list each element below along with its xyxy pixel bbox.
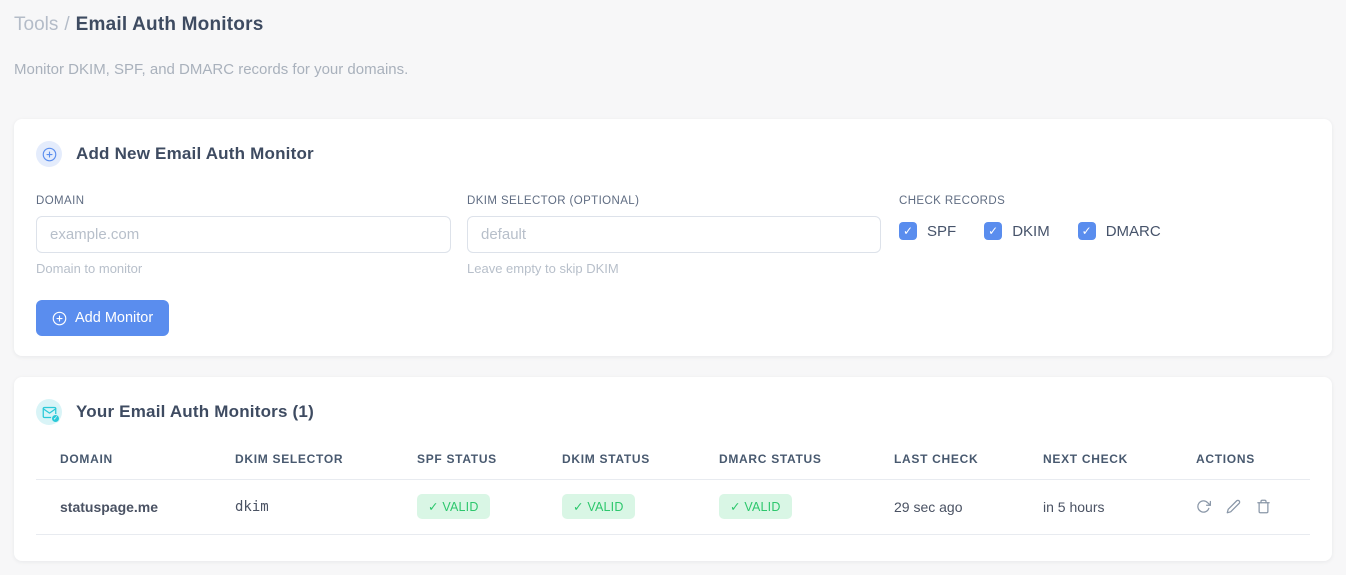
delete-icon[interactable] <box>1256 499 1271 514</box>
checkbox-checked-icon: ✓ <box>1077 222 1096 240</box>
dmarc-status-badge: ✓ VALID <box>719 494 792 519</box>
dkim-selector-field-group: DKIM SELECTOR (OPTIONAL) Leave empty to … <box>467 195 881 336</box>
dkim-selector-field-hint: Leave empty to skip DKIM <box>467 261 619 276</box>
email-check-icon: ✓ <box>36 399 62 425</box>
monitor-next-check: in 5 hours <box>1019 479 1172 535</box>
checkbox-checked-icon: ✓ <box>899 222 917 240</box>
checkbox-spf-label: SPF <box>927 222 957 240</box>
checkbox-dkim[interactable]: ✓ DKIM <box>984 222 1050 240</box>
column-header-actions: ACTIONS <box>1172 442 1310 480</box>
dkim-selector-input[interactable] <box>467 216 881 253</box>
monitors-list-card-header: ✓ Your Email Auth Monitors (1) <box>36 399 1310 425</box>
add-monitor-card: Add New Email Auth Monitor DOMAIN Domain… <box>14 119 1332 356</box>
domain-field-label: DOMAIN <box>36 195 85 207</box>
edit-icon[interactable] <box>1226 499 1241 514</box>
check-records-options: ✓ SPF ✓ DKIM ✓ DMARC <box>899 222 1161 240</box>
checkbox-dmarc-label: DMARC <box>1105 222 1161 240</box>
breadcrumb-separator: / <box>64 14 70 35</box>
check-records-group: CHECK RECORDS ✓ SPF ✓ DKIM ✓ DMARC <box>899 195 1161 336</box>
table-row: statuspage.me dkim ✓ VALID ✓ VALID ✓ VAL… <box>36 479 1310 535</box>
refresh-icon[interactable] <box>1196 499 1211 514</box>
add-monitor-form: DOMAIN Domain to monitor Add Monitor DK <box>36 195 1310 336</box>
breadcrumb: Tools / Email Auth Monitors <box>14 12 1332 38</box>
row-actions <box>1196 499 1310 514</box>
column-header-dkim-selector: DKIM SELECTOR <box>211 442 393 480</box>
monitor-last-check: 29 sec ago <box>870 479 1019 535</box>
monitor-domain: statuspage.me <box>36 479 211 535</box>
domain-field-hint: Domain to monitor <box>36 261 143 276</box>
page-subtitle: Monitor DKIM, SPF, and DMARC records for… <box>14 61 409 78</box>
column-header-next-check: NEXT CHECK <box>1019 442 1172 480</box>
add-monitor-card-header: Add New Email Auth Monitor <box>36 141 1310 167</box>
plus-circle-icon <box>52 311 67 326</box>
add-monitor-card-title: Add New Email Auth Monitor <box>76 144 314 163</box>
domain-field-group: DOMAIN Domain to monitor Add Monitor <box>36 195 451 336</box>
monitors-table: DOMAIN DKIM SELECTOR SPF STATUS DKIM STA… <box>36 442 1310 535</box>
checkbox-checked-icon: ✓ <box>984 222 1003 240</box>
column-header-dkim-status: DKIM STATUS <box>538 442 695 480</box>
check-records-label: CHECK RECORDS <box>899 195 1006 207</box>
column-header-dmarc-status: DMARC STATUS <box>695 442 870 480</box>
check-badge-icon: ✓ <box>51 414 60 423</box>
domain-input[interactable] <box>36 216 451 253</box>
add-monitor-button[interactable]: Add Monitor <box>36 300 170 336</box>
checkbox-spf[interactable]: ✓ SPF <box>899 222 956 240</box>
breadcrumb-tools-link[interactable]: Tools <box>14 14 58 35</box>
checkbox-dkim-label: DKIM <box>1012 222 1050 240</box>
plus-circle-icon <box>36 141 62 167</box>
dkim-selector-field-label: DKIM SELECTOR (OPTIONAL) <box>467 195 640 207</box>
column-header-last-check: LAST CHECK <box>870 442 1019 480</box>
dkim-status-badge: ✓ VALID <box>562 494 635 519</box>
email-auth-monitors-page: Tools / Email Auth Monitors Monitor DKIM, … <box>0 0 1346 561</box>
spf-status-badge: ✓ VALID <box>417 494 490 519</box>
page-title: Email Auth Monitors <box>75 14 264 35</box>
table-header-row: DOMAIN DKIM SELECTOR SPF STATUS DKIM STA… <box>36 442 1310 480</box>
column-header-spf-status: SPF STATUS <box>393 442 538 480</box>
monitor-dkim-selector: dkim <box>211 479 393 535</box>
add-monitor-button-label: Add Monitor <box>75 310 154 326</box>
checkbox-dmarc[interactable]: ✓ DMARC <box>1077 222 1161 240</box>
monitors-list-card-title: Your Email Auth Monitors (1) <box>76 402 314 421</box>
column-header-domain: DOMAIN <box>36 442 211 480</box>
monitors-list-card: ✓ Your Email Auth Monitors (1) DOMAIN DK… <box>14 377 1332 561</box>
